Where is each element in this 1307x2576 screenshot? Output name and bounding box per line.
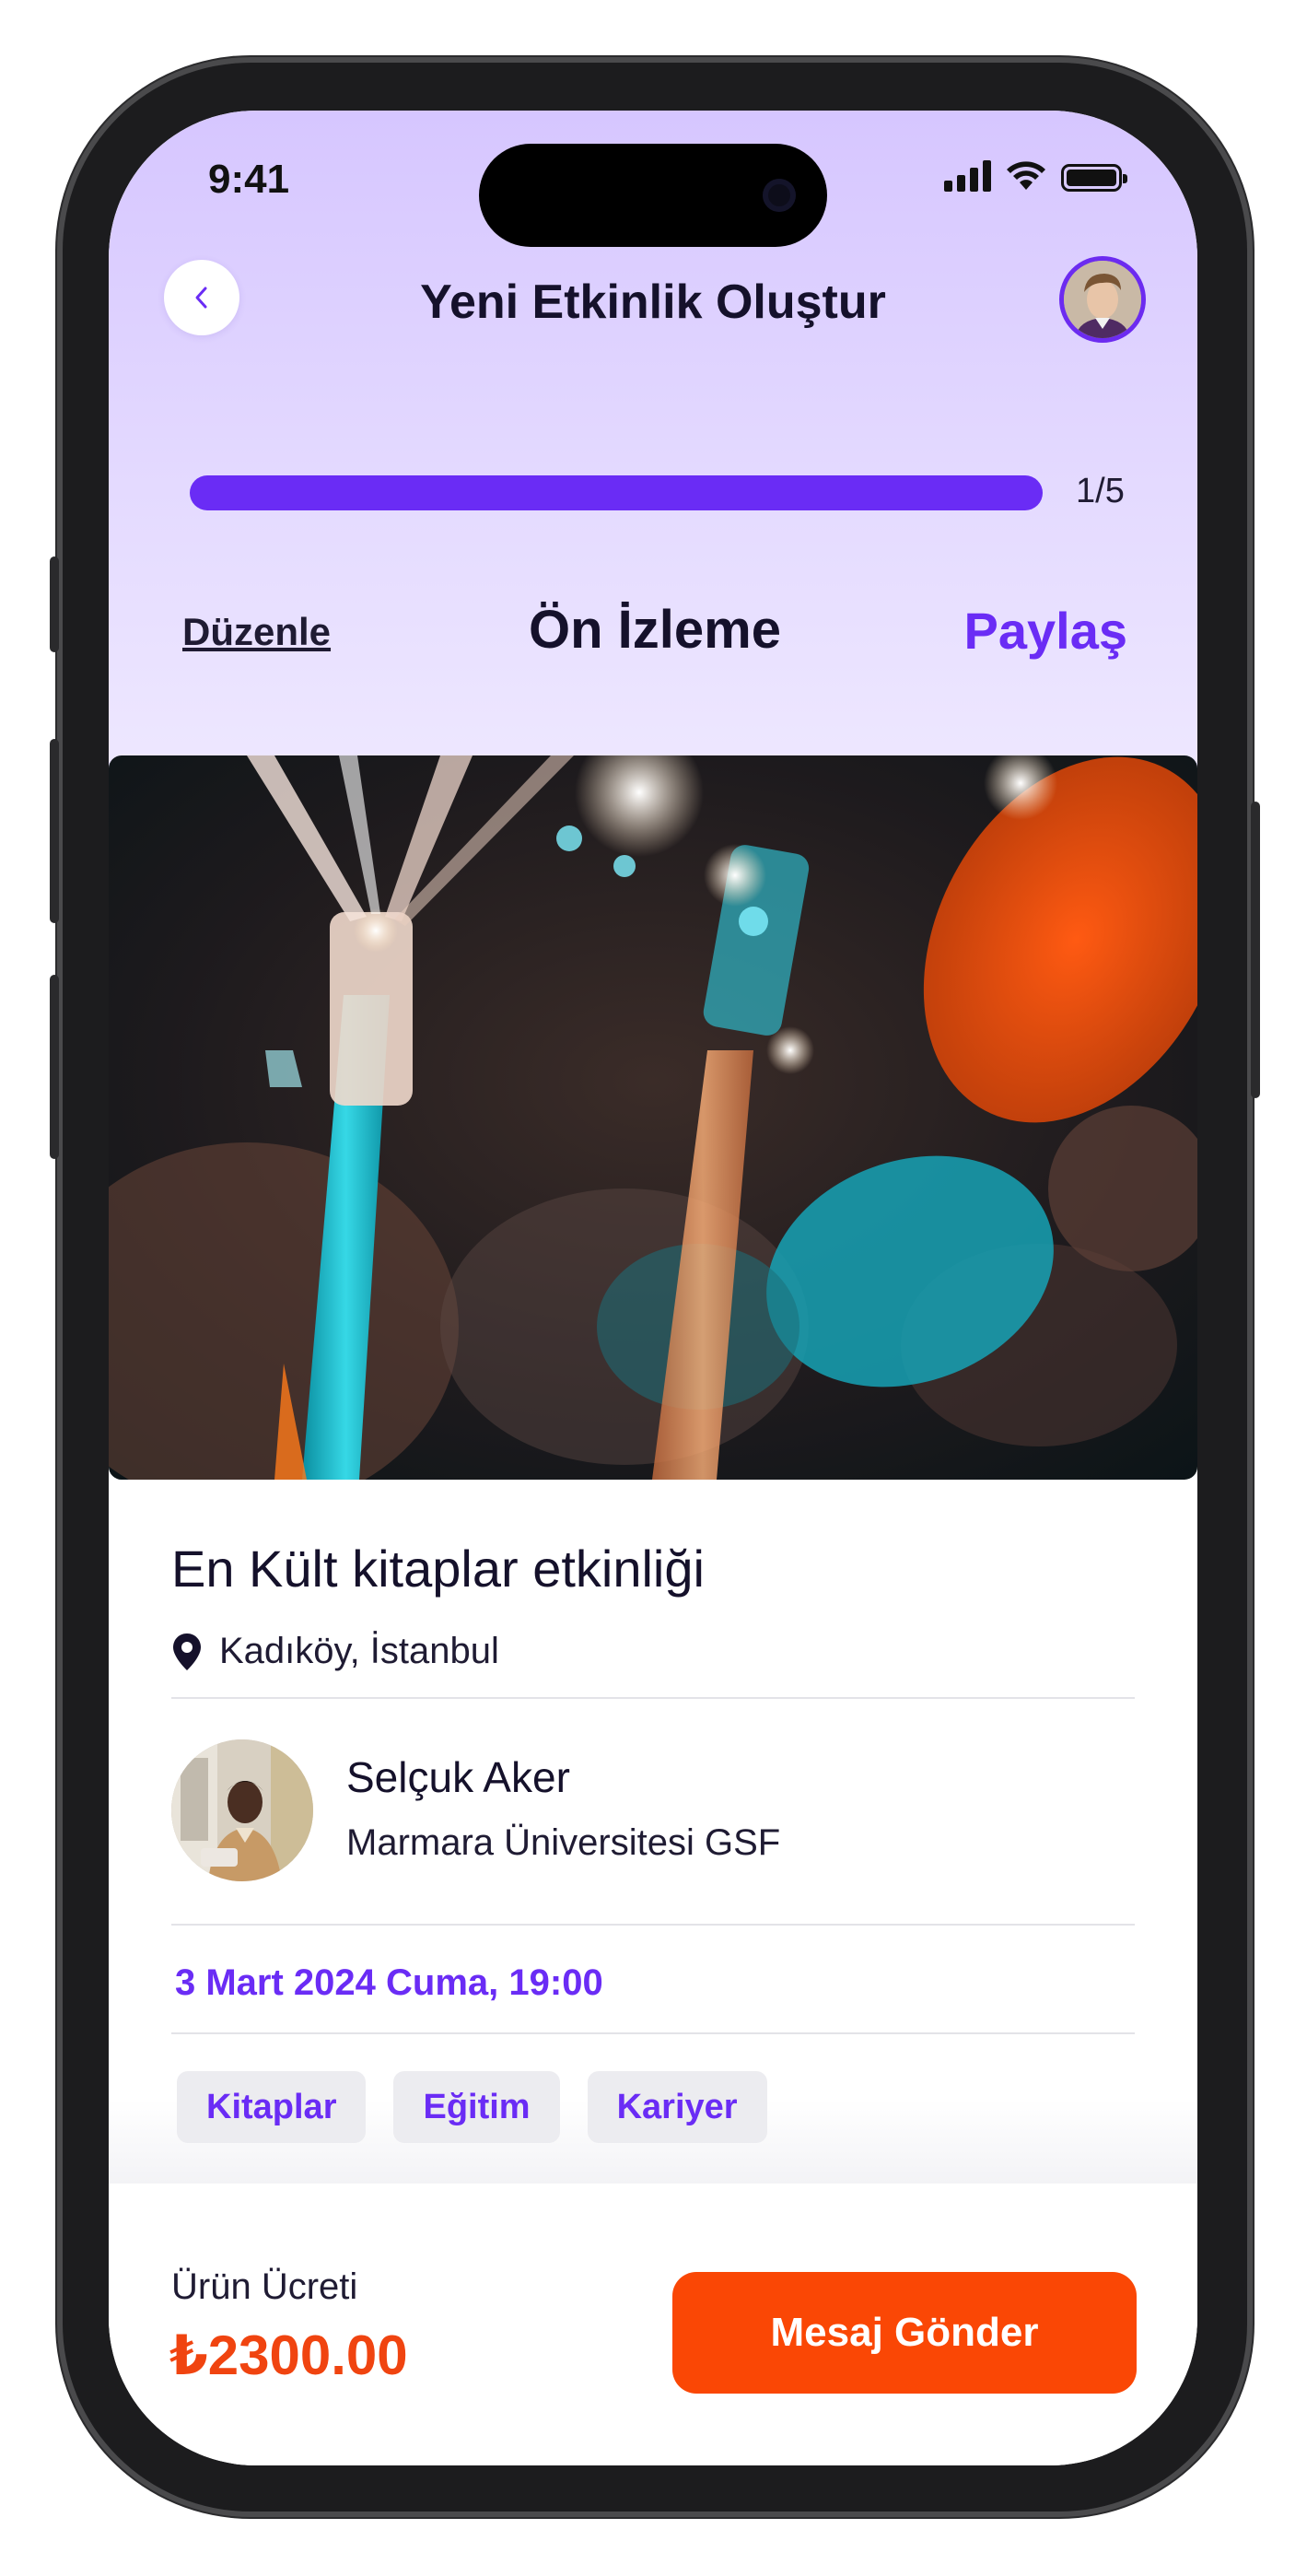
- tag-list: Kitaplar Eğitim Kariyer: [177, 2071, 767, 2143]
- page-title: Yeni Etkinlik Oluştur: [420, 275, 886, 329]
- wifi-icon: [1007, 161, 1045, 190]
- price-label: Ürün Ücreti: [171, 2266, 358, 2307]
- organizer-avatar[interactable]: [171, 1739, 313, 1881]
- progress-label: 1/5: [1076, 472, 1125, 510]
- location-pin-icon: [173, 1633, 201, 1670]
- event-cover-image: [109, 755, 1197, 1480]
- send-message-button[interactable]: Mesaj Gönder: [672, 2272, 1137, 2394]
- divider: [171, 2032, 1135, 2034]
- edit-link[interactable]: Düzenle: [182, 610, 331, 654]
- event-location-text: Kadıköy, İstanbul: [219, 1631, 499, 1671]
- app-screen: 9:41 Yeni Etkinlik Oluştur 1/5 Düzenle Ö…: [109, 111, 1197, 2465]
- dynamic-island: [479, 144, 827, 247]
- action-button: [50, 556, 59, 652]
- event-title: En Kült kitaplar etkinliği: [171, 1540, 705, 1598]
- divider: [171, 1697, 1135, 1699]
- divider: [171, 1924, 1135, 1926]
- progress-fill: [190, 475, 1043, 510]
- event-date: 3 Mart 2024 Cuma, 19:00: [175, 1962, 603, 2003]
- event-details-card: En Kült kitaplar etkinliği Kadıköy, İsta…: [109, 1480, 1197, 2184]
- tag-chip[interactable]: Eğitim: [393, 2071, 560, 2143]
- preview-action-row: Düzenle Ön İzleme Paylaş: [182, 599, 1127, 673]
- user-avatar[interactable]: [1059, 256, 1146, 343]
- camera-icon: [763, 179, 796, 212]
- battery-icon: [1061, 164, 1127, 192]
- volume-up-button: [50, 739, 59, 923]
- status-icons: [944, 160, 1127, 192]
- event-location: Kadıköy, İstanbul: [171, 1631, 499, 1672]
- tag-chip[interactable]: Kariyer: [587, 2071, 767, 2143]
- organizer-organization: Marmara Üniversitesi GSF: [346, 1822, 781, 1863]
- organizer-name: Selçuk Aker: [346, 1753, 570, 1801]
- volume-down-button: [50, 975, 59, 1159]
- tag-chip[interactable]: Kitaplar: [177, 2071, 367, 2143]
- price-value: ₺2300.00: [169, 2324, 408, 2386]
- signal-icon: [944, 160, 991, 192]
- progress-bar: [190, 475, 1043, 510]
- share-link[interactable]: Paylaş: [964, 601, 1128, 661]
- power-button: [1251, 802, 1260, 1098]
- bottom-bar: Ürün Ücreti ₺2300.00 Mesaj Gönder: [109, 2184, 1197, 2465]
- status-time: 9:41: [208, 157, 290, 202]
